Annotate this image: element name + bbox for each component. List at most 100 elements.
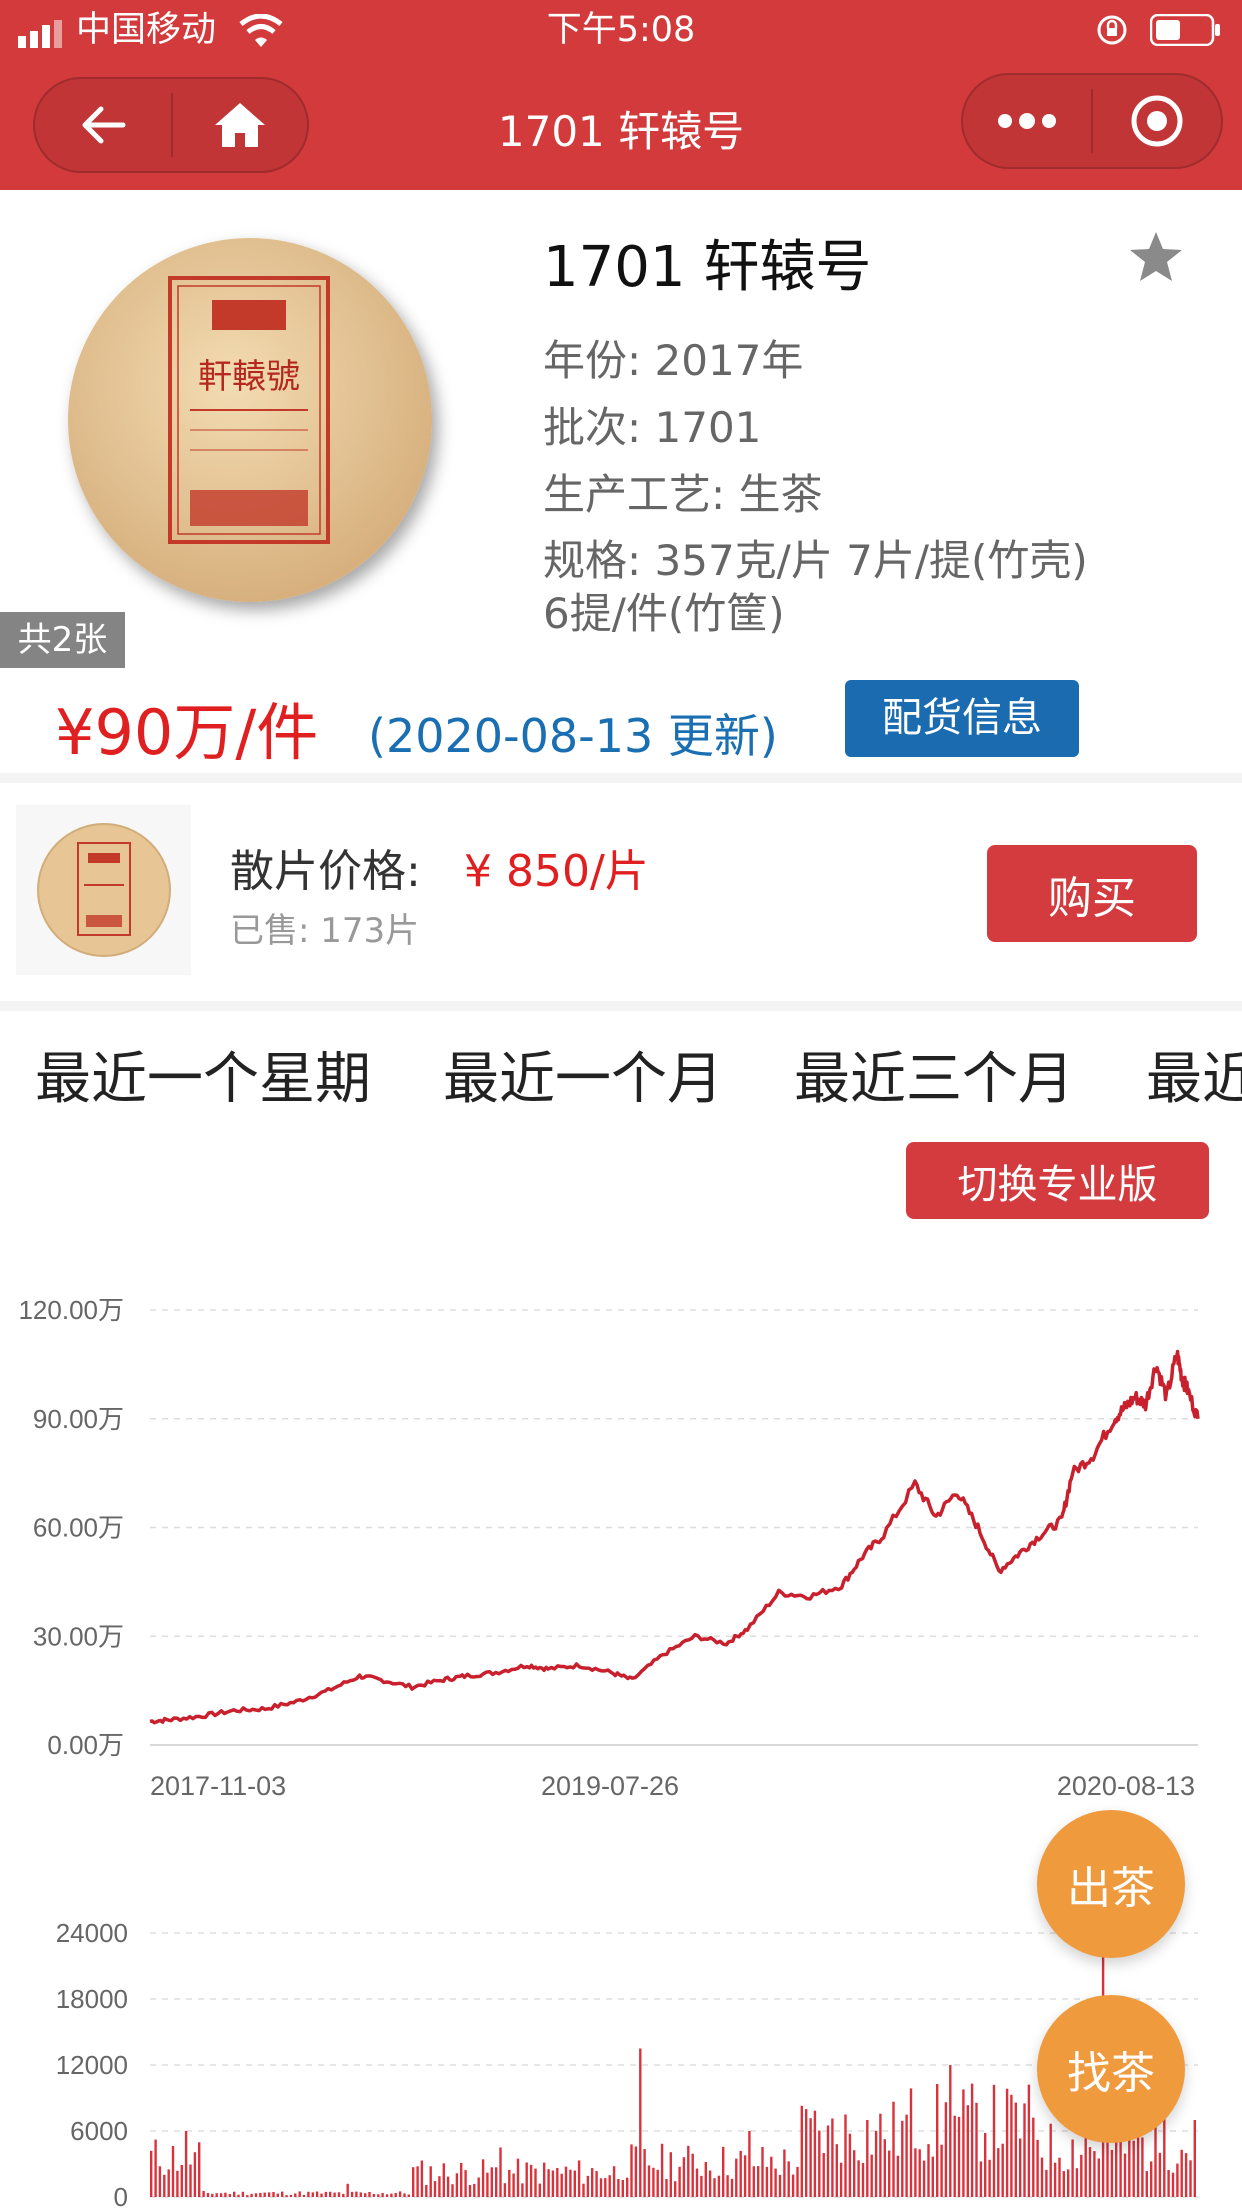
volume-bar <box>700 2175 703 2197</box>
volume-bar <box>844 2114 847 2197</box>
volume-bar <box>992 2084 996 2197</box>
volume-bar <box>1014 2102 1017 2197</box>
product-image[interactable]: 軒轅號 <box>0 190 495 668</box>
supply-info-button[interactable]: 配货信息 <box>845 680 1079 757</box>
volume-bar <box>481 2159 485 2197</box>
volume-bar <box>647 2165 651 2197</box>
volume-bar <box>346 2183 349 2197</box>
y-tick-label: 120.00万 <box>18 1295 124 1325</box>
volume-bar <box>1171 2172 1175 2197</box>
loose-thumb <box>16 805 191 975</box>
process-line: 生产工艺: 生茶 <box>543 470 823 519</box>
close-miniprogram-button[interactable] <box>1093 75 1221 167</box>
volume-bar <box>460 2163 463 2197</box>
volume-bar <box>416 2166 419 2197</box>
volume-bar <box>835 2144 838 2197</box>
volume-bar <box>206 2193 210 2197</box>
volume-bar <box>1097 2158 1100 2197</box>
volume-bar <box>1154 2121 1157 2197</box>
more-button[interactable] <box>963 75 1091 167</box>
tab-month[interactable]: 最近一个月 <box>443 1034 723 1115</box>
volume-bar <box>429 2166 432 2197</box>
volume-bar <box>630 2144 633 2197</box>
volume-bar <box>438 2176 441 2197</box>
volume-bar <box>914 2148 917 2197</box>
volume-bar <box>1123 2153 1127 2197</box>
tab-3-months[interactable]: 最近三个月 <box>794 1034 1074 1115</box>
volume-bar <box>1032 2117 1035 2197</box>
volume-bar <box>298 2191 301 2197</box>
volume-bar <box>573 2170 576 2197</box>
volume-bar <box>1176 2163 1179 2197</box>
volume-bar <box>468 2185 472 2197</box>
volume-bar <box>329 2191 332 2197</box>
volume-bar <box>826 2125 830 2197</box>
tab-more[interactable]: 最近 <box>1146 1034 1242 1115</box>
volume-bar <box>687 2145 690 2197</box>
volume-bar <box>678 2166 681 2197</box>
volume-bar <box>394 2193 397 2197</box>
volume-bar <box>639 2048 642 2197</box>
find-tea-button[interactable]: 找茶 <box>1037 1995 1185 2143</box>
volume-bar <box>800 2105 803 2197</box>
volume-bar <box>848 2133 852 2197</box>
volume-bar <box>302 2194 306 2197</box>
tab-week[interactable]: 最近一个星期 <box>35 1034 371 1115</box>
volume-bar <box>407 2194 410 2197</box>
volume-bar <box>569 2169 572 2197</box>
volume-bar <box>525 2162 528 2197</box>
volume-bar <box>1023 2103 1026 2197</box>
volume-bar <box>997 2148 1000 2197</box>
volume-bar <box>198 2142 201 2197</box>
volume-bar <box>1088 2147 1092 2197</box>
volume-bar <box>1093 2151 1096 2197</box>
volume-bar <box>307 2191 310 2197</box>
volume-bar <box>503 2183 507 2197</box>
volume-bar <box>765 2166 769 2197</box>
volume-bar <box>534 2168 537 2197</box>
volume-bar <box>918 2149 921 2197</box>
volume-bar <box>364 2193 367 2197</box>
volume-bar <box>818 2130 821 2197</box>
volume-bar <box>1058 2157 1061 2197</box>
volume-bar <box>665 2179 668 2197</box>
volume-bar <box>1132 2140 1135 2197</box>
volume-bar <box>717 2175 721 2197</box>
volume-bar <box>385 2194 389 2197</box>
volume-bar <box>879 2113 882 2197</box>
volume-bar <box>254 2193 258 2197</box>
y-tick-label: 12000 <box>56 2050 128 2080</box>
volume-bar <box>599 2178 603 2197</box>
volume-bar <box>246 2195 249 2197</box>
volume-bar <box>674 2181 677 2197</box>
volume-bar <box>464 2170 467 2197</box>
volume-bar <box>778 2174 782 2197</box>
y-tick-label: 24000 <box>56 1918 128 1948</box>
volume-bar <box>516 2158 520 2197</box>
sell-tea-button[interactable]: 出茶 <box>1037 1810 1185 1958</box>
volume-bar <box>927 2144 930 2197</box>
volume-bar <box>1184 2153 1188 2197</box>
volume-bar <box>726 2175 729 2197</box>
volume-bar <box>809 2118 812 2197</box>
volume-bar <box>1045 2169 1048 2197</box>
volume-bar <box>564 2166 568 2197</box>
volume-bar <box>228 2194 231 2197</box>
switch-pro-button[interactable]: 切换专业版 <box>906 1142 1209 1219</box>
volume-bar <box>988 2159 991 2197</box>
volume-bar <box>320 2193 323 2197</box>
batch-line: 批次: 1701 <box>543 403 762 452</box>
year-line: 年份: 2017年 <box>543 336 804 385</box>
volume-bar <box>757 2166 760 2197</box>
volume-bar <box>446 2176 450 2197</box>
volume-bar <box>311 2192 314 2197</box>
volume-bar <box>521 2183 524 2197</box>
y-tick-label: 6000 <box>70 2116 128 2146</box>
loose-price: ¥ 850/片 <box>464 846 649 897</box>
buy-button[interactable]: 购买 <box>987 845 1197 942</box>
favorite-star-icon[interactable] <box>1128 230 1184 288</box>
volume-bar <box>805 2109 808 2197</box>
x-tick-label: 2019-07-26 <box>541 1771 679 1801</box>
battery-icon <box>1149 13 1222 50</box>
volume-bar <box>543 2162 546 2197</box>
